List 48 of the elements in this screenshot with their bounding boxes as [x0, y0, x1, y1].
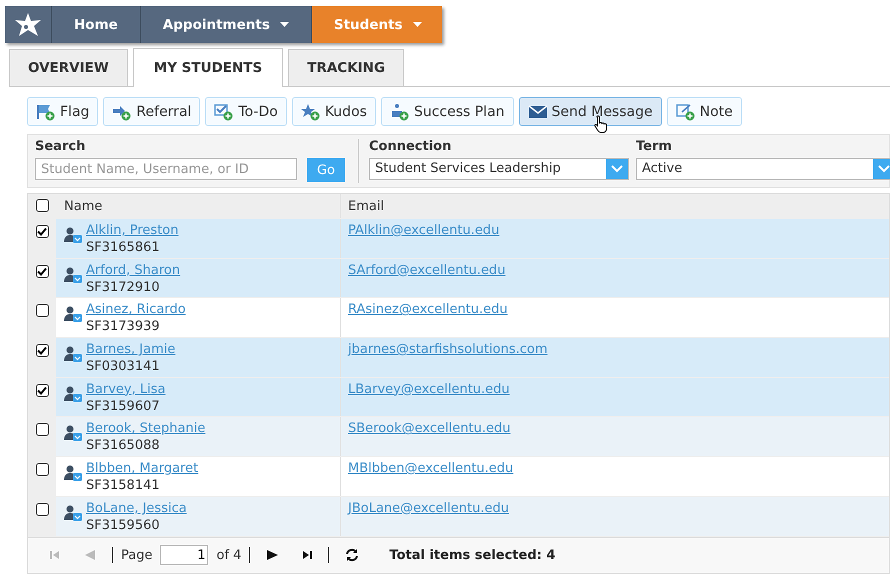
tab[interactable]: OVERVIEW [9, 49, 128, 86]
toolbar-button[interactable]: Kudos [292, 97, 376, 126]
toolbar-button[interactable]: To-Do [205, 97, 287, 126]
tab[interactable]: TRACKING [288, 49, 404, 86]
student-id: SF3165861 [86, 239, 160, 256]
student-id: SF3158141 [86, 477, 160, 494]
tab[interactable]: MY STUDENTS [132, 48, 284, 87]
page-label: Page [121, 548, 152, 562]
student-name-link[interactable]: Barvey, Lisa [86, 380, 166, 398]
page-field[interactable]: 1 [160, 545, 208, 565]
field-label: Term [636, 139, 673, 154]
field-label: Connection [369, 139, 452, 154]
search-field[interactable]: Student Name, Username, or ID [35, 158, 297, 180]
email-link[interactable]: SArford@excellentu.edu [348, 262, 506, 278]
field-label: Search [35, 139, 86, 154]
student-id: SF3159560 [86, 516, 160, 534]
column-header[interactable]: Email [341, 194, 889, 218]
student-id: SF0303141 [86, 358, 160, 376]
toolbar-button[interactable]: Flag [27, 97, 98, 126]
student-name-link[interactable]: Berook, Stephanie [86, 420, 206, 438]
student-id: SF3159607 [86, 398, 160, 415]
nav-menu-item[interactable]: Home [52, 6, 141, 43]
dropdown-field[interactable]: Active [636, 158, 890, 180]
nav-menu-item[interactable]: Students [312, 6, 442, 43]
go-button[interactable]: Go [307, 158, 345, 182]
student-name-link[interactable]: Asinez, Ricardo [86, 301, 186, 318]
email-link[interactable]: RAsinez@excellentu.edu [348, 302, 508, 318]
dropdown-field[interactable]: Student Services Leadership [369, 158, 629, 180]
email-link[interactable]: PAlklin@excellentu.edu [348, 223, 500, 238]
page-count: of 4 [216, 548, 242, 562]
email-link[interactable]: MBlbben@excellentu.edu [348, 461, 514, 476]
toolbar-button[interactable]: Note [666, 97, 742, 126]
student-name-link[interactable]: Arford, Sharon [86, 262, 180, 279]
student-id: SF3173939 [86, 318, 160, 336]
student-name-link[interactable]: Alklin, Preston [86, 222, 178, 239]
student-id: SF3165088 [86, 437, 160, 454]
email-link[interactable]: JBoLane@excellentu.edu [348, 500, 509, 516]
email-link[interactable]: jbarnes@starfishsolutions.com [348, 342, 548, 358]
selection-total: Total items selected: 4 [389, 548, 556, 562]
email-link[interactable]: SBerook@excellentu.edu [348, 421, 510, 436]
column-header[interactable]: Name [56, 194, 341, 218]
student-name-link[interactable]: BoLane, Jessica [86, 500, 187, 517]
student-name-link[interactable]: Blbben, Margaret [86, 460, 198, 478]
toolbar-button[interactable]: Success Plan [380, 97, 514, 126]
student-name-link[interactable]: Barnes, Jamie [86, 341, 176, 358]
toolbar-button[interactable]: Referral [103, 97, 200, 126]
student-id: SF3172910 [86, 278, 160, 296]
email-link[interactable]: LBarvey@excellentu.edu [348, 382, 510, 397]
